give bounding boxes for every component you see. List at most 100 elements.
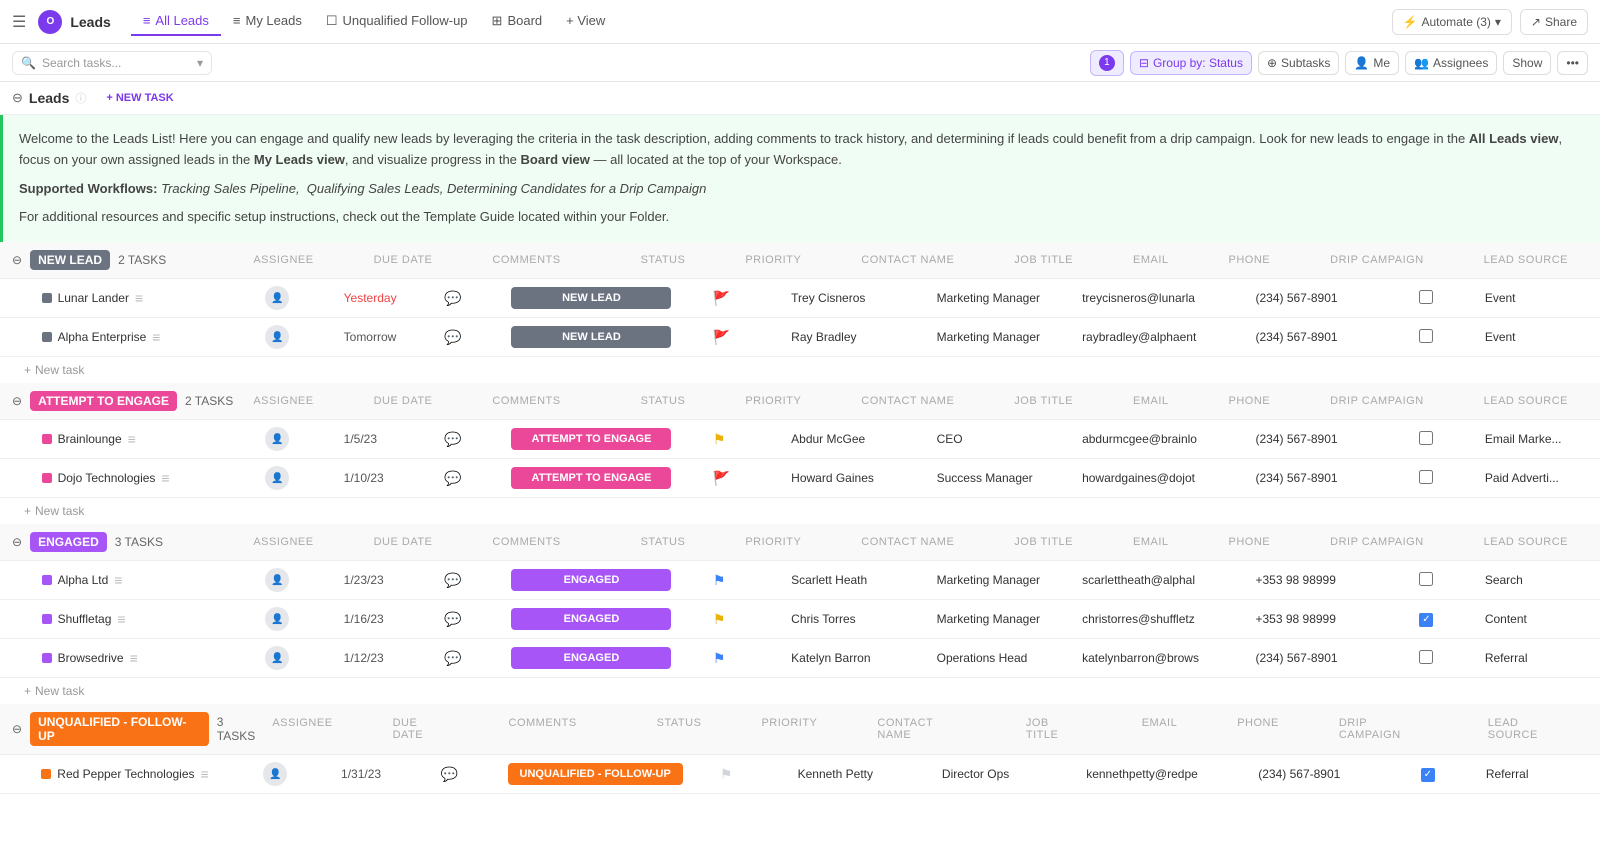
task-menu-icon[interactable]: ≡: [114, 572, 122, 588]
task-dot: [42, 575, 52, 585]
comment-icon[interactable]: 💬: [444, 290, 461, 306]
col-header-drip: DRIP CAMPAIGN: [1330, 395, 1424, 407]
drip-checked[interactable]: ✓: [1419, 613, 1433, 627]
tab-board[interactable]: ⊞ Board: [480, 7, 555, 37]
task-name-text[interactable]: Shuffletag: [58, 612, 112, 626]
comment-icon[interactable]: 💬: [444, 650, 461, 666]
assignees-button[interactable]: 👥 Assignees: [1405, 51, 1497, 75]
task-menu-icon[interactable]: ≡: [130, 650, 138, 666]
add-task-new-lead[interactable]: + New task: [0, 357, 1600, 383]
task-menu-icon[interactable]: ≡: [128, 431, 136, 447]
automate-button[interactable]: ⚡ Automate (3) ▾: [1392, 9, 1512, 35]
col-header-status: STATUS: [641, 536, 686, 548]
status-badge[interactable]: UNQUALIFIED - FOLLOW-UP: [508, 763, 683, 785]
section-count-unqualified: 3 TASKS: [217, 715, 265, 743]
more-button[interactable]: •••: [1557, 51, 1588, 75]
status-badge[interactable]: NEW LEAD: [511, 326, 671, 348]
comment-icon[interactable]: 💬: [444, 431, 461, 447]
priority-flag[interactable]: 🚩: [713, 329, 730, 345]
search-box[interactable]: 🔍 Search tasks... ▾: [12, 51, 212, 75]
priority-flag[interactable]: ⚑: [713, 431, 726, 447]
subtasks-button[interactable]: ⊕ Subtasks: [1258, 51, 1339, 75]
comment-icon[interactable]: 💬: [444, 470, 461, 486]
due-date[interactable]: 1/12/23: [344, 651, 384, 665]
section-toggle-attempt[interactable]: ⊖: [12, 394, 22, 408]
share-button[interactable]: ↗ Share: [1520, 9, 1588, 35]
due-date[interactable]: 1/5/23: [344, 432, 377, 446]
priority-flag[interactable]: ⚑: [720, 766, 733, 782]
tab-my-leads[interactable]: ≡ My Leads: [221, 7, 314, 36]
email-cell: treycisneros@lunarla: [1074, 279, 1247, 318]
task-menu-icon[interactable]: ≡: [152, 329, 160, 345]
filter-button[interactable]: 1: [1090, 50, 1124, 76]
source-cell: Event: [1477, 318, 1600, 357]
col-header-phone: PHONE: [1229, 536, 1271, 548]
comment-icon[interactable]: 💬: [444, 572, 461, 588]
status-badge[interactable]: ENGAGED: [511, 647, 671, 669]
avatar: 👤: [265, 286, 289, 310]
drip-checkbox[interactable]: [1419, 329, 1433, 343]
due-date[interactable]: 1/31/23: [341, 767, 381, 781]
add-task-engaged[interactable]: + New task: [0, 678, 1600, 704]
drip-checkbox[interactable]: [1419, 572, 1433, 586]
status-cell[interactable]: NEW LEAD: [503, 318, 704, 357]
section-toggle-new-lead[interactable]: ⊖: [12, 253, 22, 267]
due-date[interactable]: 1/23/23: [344, 573, 384, 587]
col-header-assignee: ASSIGNEE: [253, 395, 313, 407]
section-toggle-engaged[interactable]: ⊖: [12, 535, 22, 549]
status-badge[interactable]: NEW LEAD: [511, 287, 671, 309]
group-by-button[interactable]: ⊟ Group by: Status: [1130, 51, 1252, 75]
task-name-text[interactable]: Browsedrive: [58, 651, 124, 665]
task-menu-icon[interactable]: ≡: [135, 290, 143, 306]
section-toggle-unqualified[interactable]: ⊖: [12, 722, 22, 736]
drip-checkbox[interactable]: [1419, 290, 1433, 304]
task-name-text[interactable]: Red Pepper Technologies: [57, 767, 194, 781]
tab-add-view[interactable]: + View: [554, 7, 617, 36]
status-cell[interactable]: NEW LEAD: [503, 279, 704, 318]
me-button[interactable]: 👤 Me: [1345, 51, 1399, 75]
col-header-assignee: ASSIGNEE: [253, 254, 313, 266]
due-date[interactable]: 1/10/23: [344, 471, 384, 485]
task-menu-icon[interactable]: ≡: [117, 611, 125, 627]
due-date[interactable]: 1/16/23: [344, 612, 384, 626]
comment-icon[interactable]: 💬: [444, 329, 461, 345]
status-badge[interactable]: ATTEMPT TO ENGAGE: [511, 428, 671, 450]
status-badge[interactable]: ATTEMPT TO ENGAGE: [511, 467, 671, 489]
task-name-text[interactable]: Dojo Technologies: [58, 471, 156, 485]
drip-checkbox[interactable]: [1419, 470, 1433, 484]
priority-flag[interactable]: 🚩: [713, 470, 730, 486]
add-task-attempt[interactable]: + New task: [0, 498, 1600, 524]
task-menu-icon[interactable]: ≡: [161, 470, 169, 486]
show-button[interactable]: Show: [1503, 51, 1551, 75]
status-badge[interactable]: ENGAGED: [511, 569, 671, 591]
priority-flag[interactable]: ⚑: [713, 611, 726, 627]
priority-flag[interactable]: 🚩: [713, 290, 730, 306]
comment-icon[interactable]: 💬: [441, 766, 458, 782]
task-name-text[interactable]: Brainlounge: [58, 432, 122, 446]
task-name-text[interactable]: Alpha Ltd: [58, 573, 109, 587]
drip-checkbox[interactable]: [1419, 650, 1433, 664]
task-dot: [42, 653, 52, 663]
new-task-button[interactable]: + NEW TASK: [100, 90, 179, 106]
job-title-cell: Marketing Manager: [929, 318, 1074, 357]
drip-checkbox[interactable]: [1419, 431, 1433, 445]
section-toggle-icon[interactable]: ⊖: [12, 90, 23, 106]
status-badge[interactable]: ENGAGED: [511, 608, 671, 630]
search-icon: 🔍: [21, 56, 36, 70]
priority-flag[interactable]: ⚑: [713, 572, 726, 588]
tab-unqualified-followup[interactable]: ☐ Unqualified Follow-up: [314, 7, 480, 37]
col-header-phone: PHONE: [1229, 395, 1271, 407]
menu-icon[interactable]: ☰: [12, 12, 26, 32]
col-header-email: EMAIL: [1133, 536, 1169, 548]
task-name-text[interactable]: Alpha Enterprise: [58, 330, 147, 344]
tab-all-leads[interactable]: ≡ All Leads: [131, 7, 221, 36]
task-name-text[interactable]: Lunar Lander: [58, 291, 129, 305]
priority-flag[interactable]: ⚑: [713, 650, 726, 666]
due-date[interactable]: Yesterday: [344, 291, 397, 305]
comment-icon[interactable]: 💬: [444, 611, 461, 627]
table-row: Alpha Enterprise ≡ 👤 Tomorrow 💬 NEW: [0, 318, 1600, 357]
drip-checked[interactable]: ✓: [1421, 768, 1435, 782]
contact-name: Trey Cisneros: [791, 291, 865, 305]
due-date[interactable]: Tomorrow: [344, 330, 397, 344]
task-menu-icon[interactable]: ≡: [201, 766, 209, 782]
